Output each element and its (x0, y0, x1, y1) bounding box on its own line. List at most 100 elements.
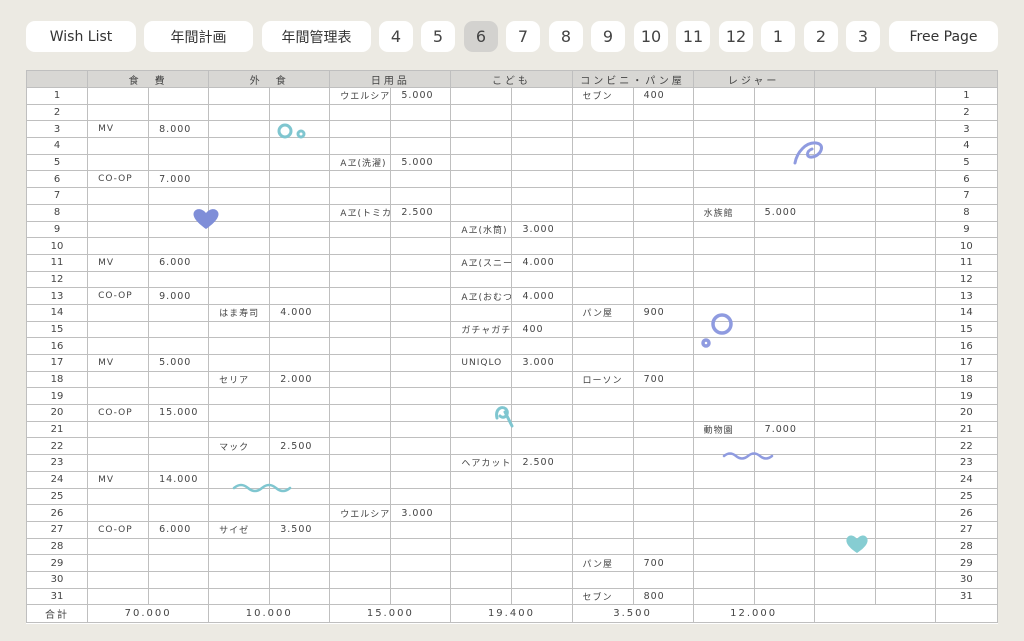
entry-amount-cell[interactable] (632, 137, 694, 155)
entry-name-cell[interactable] (329, 237, 392, 255)
entry-amount-cell[interactable] (874, 370, 936, 389)
entry-amount-cell[interactable] (269, 387, 331, 406)
entry-name-cell[interactable]: Aヱ(水筒) (450, 220, 513, 239)
entry-amount-cell[interactable] (874, 87, 936, 105)
entry-amount-cell[interactable] (874, 187, 936, 205)
entry-amount-cell[interactable] (753, 470, 815, 489)
entry-name-cell[interactable] (813, 454, 876, 472)
entry-name-cell[interactable] (813, 153, 876, 172)
tab-month-3[interactable]: 3 (846, 21, 880, 52)
entry-name-cell[interactable] (87, 487, 150, 506)
entry-name-cell[interactable] (450, 153, 513, 172)
entry-amount-cell[interactable] (632, 420, 694, 439)
entry-amount-cell[interactable] (269, 354, 331, 372)
entry-name-cell[interactable] (813, 320, 876, 339)
entry-amount-cell[interactable] (874, 170, 936, 189)
entry-amount-cell[interactable] (390, 337, 452, 355)
entry-amount-cell[interactable] (148, 537, 210, 556)
entry-amount-cell[interactable]: 7.000 (753, 420, 815, 439)
entry-amount-cell[interactable] (148, 437, 210, 456)
entry-name-cell[interactable] (571, 103, 634, 122)
entry-name-cell[interactable] (813, 570, 876, 589)
entry-amount-cell[interactable] (269, 220, 331, 239)
entry-name-cell[interactable] (813, 203, 876, 222)
entry-name-cell[interactable] (692, 303, 755, 322)
entry-amount-cell[interactable] (511, 470, 573, 489)
entry-name-cell[interactable] (571, 320, 634, 339)
entry-name-cell[interactable] (329, 187, 392, 205)
entry-name-cell[interactable] (813, 103, 876, 122)
entry-amount-cell[interactable] (632, 537, 694, 556)
entry-name-cell[interactable] (813, 354, 876, 372)
entry-amount-cell[interactable] (269, 554, 331, 572)
entry-name-cell[interactable] (87, 370, 150, 389)
entry-name-cell[interactable] (329, 470, 392, 489)
entry-name-cell[interactable]: MV (87, 470, 150, 489)
entry-amount-cell[interactable] (632, 170, 694, 189)
entry-amount-cell[interactable] (148, 337, 210, 355)
entry-amount-cell[interactable] (632, 237, 694, 255)
entry-name-cell[interactable] (571, 387, 634, 406)
tab-month-2[interactable]: 2 (804, 21, 838, 52)
entry-amount-cell[interactable]: 800 (632, 587, 694, 606)
entry-name-cell[interactable] (208, 504, 271, 522)
entry-name-cell[interactable]: CO-OP (87, 170, 150, 189)
entry-amount-cell[interactable] (269, 87, 331, 105)
entry-amount-cell[interactable] (511, 187, 573, 205)
entry-amount-cell[interactable] (874, 203, 936, 222)
entry-amount-cell[interactable] (753, 153, 815, 172)
entry-amount-cell[interactable] (148, 187, 210, 205)
entry-amount-cell[interactable] (632, 153, 694, 172)
entry-name-cell[interactable] (329, 420, 392, 439)
entry-name-cell[interactable] (571, 570, 634, 589)
entry-name-cell[interactable] (813, 270, 876, 289)
entry-name-cell[interactable] (450, 237, 513, 255)
entry-amount-cell[interactable] (874, 387, 936, 406)
tab-wish-list[interactable]: Wish List (26, 21, 136, 52)
entry-name-cell[interactable] (571, 487, 634, 506)
entry-amount-cell[interactable] (511, 103, 573, 122)
entry-amount-cell[interactable] (390, 253, 452, 272)
entry-name-cell[interactable] (692, 137, 755, 155)
entry-name-cell[interactable] (813, 470, 876, 489)
entry-name-cell[interactable] (692, 537, 755, 556)
entry-name-cell[interactable] (692, 587, 755, 606)
entry-name-cell[interactable] (450, 487, 513, 506)
entry-name-cell[interactable] (813, 303, 876, 322)
entry-name-cell[interactable] (208, 420, 271, 439)
entry-name-cell[interactable] (813, 504, 876, 522)
tab-month-4[interactable]: 4 (379, 21, 413, 52)
entry-name-cell[interactable] (450, 504, 513, 522)
entry-name-cell[interactable] (87, 153, 150, 172)
entry-amount-cell[interactable] (511, 537, 573, 556)
entry-name-cell[interactable]: CO-OP (87, 287, 150, 305)
entry-amount-cell[interactable]: 4.000 (511, 253, 573, 272)
entry-amount-cell[interactable] (511, 520, 573, 539)
entry-name-cell[interactable] (450, 170, 513, 189)
entry-name-cell[interactable]: はま寿司 (208, 303, 271, 322)
tab-month-8[interactable]: 8 (549, 21, 583, 52)
entry-amount-cell[interactable]: 5.000 (390, 87, 452, 105)
entry-name-cell[interactable] (692, 153, 755, 172)
entry-name-cell[interactable] (329, 554, 392, 572)
entry-amount-cell[interactable] (148, 487, 210, 506)
entry-amount-cell[interactable]: 7.000 (148, 170, 210, 189)
entry-amount-cell[interactable]: 700 (632, 554, 694, 572)
entry-amount-cell[interactable] (390, 270, 452, 289)
entry-amount-cell[interactable] (753, 137, 815, 155)
entry-amount-cell[interactable] (874, 220, 936, 239)
entry-amount-cell[interactable] (148, 270, 210, 289)
entry-amount-cell[interactable] (874, 520, 936, 539)
entry-name-cell[interactable] (692, 320, 755, 339)
entry-amount-cell[interactable] (511, 437, 573, 456)
entry-name-cell[interactable] (450, 337, 513, 355)
entry-name-cell[interactable]: セブン (571, 87, 634, 105)
entry-name-cell[interactable] (813, 187, 876, 205)
entry-amount-cell[interactable] (269, 253, 331, 272)
entry-amount-cell[interactable] (874, 570, 936, 589)
entry-name-cell[interactable]: MV (87, 253, 150, 272)
entry-name-cell[interactable] (813, 587, 876, 606)
entry-amount-cell[interactable] (148, 237, 210, 255)
entry-amount-cell[interactable] (390, 320, 452, 339)
entry-amount-cell[interactable]: 2.500 (511, 454, 573, 472)
